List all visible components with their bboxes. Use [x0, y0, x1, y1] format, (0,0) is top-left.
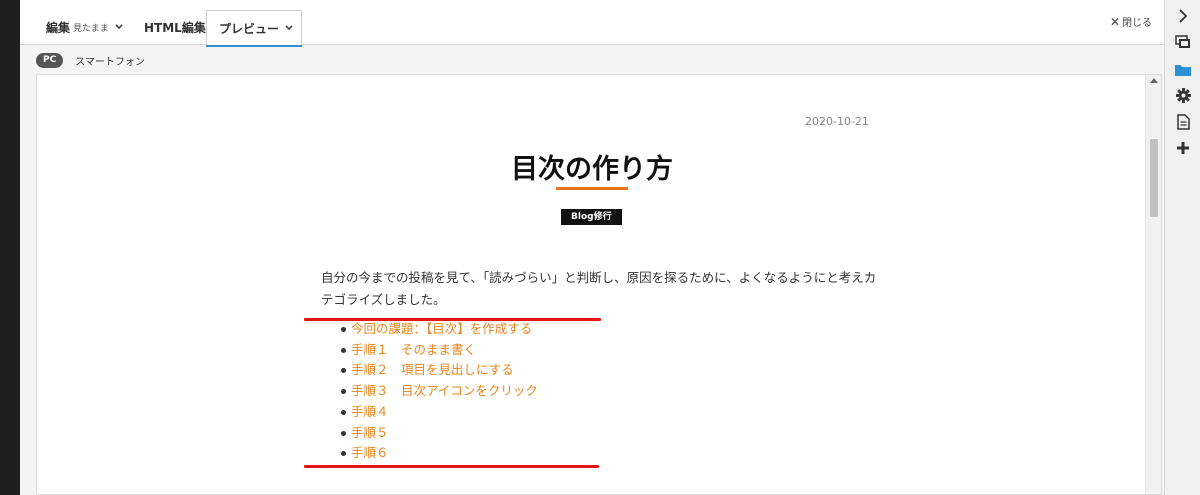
- toc-item[interactable]: 手順１ そのまま書く: [337, 340, 538, 361]
- gear-icon[interactable]: [1175, 87, 1191, 103]
- toc-item[interactable]: 手順５: [337, 423, 538, 444]
- document-icon[interactable]: [1175, 114, 1191, 130]
- device-pc-button[interactable]: PC: [36, 52, 64, 68]
- preview-frame: 2020-10-21 目次の作り方 Blog修行 自分の今までの投稿を見て、「読…: [36, 74, 1162, 495]
- tab-bar: 編集 見たまま HTML編集 プレビュー ✕ 閉じる: [20, 0, 1164, 47]
- right-sidebar: [1164, 0, 1200, 495]
- device-smartphone-button[interactable]: スマートフォン: [75, 53, 145, 68]
- chevron-right-icon[interactable]: [1175, 8, 1191, 24]
- category-badge[interactable]: Blog修行: [561, 209, 622, 225]
- toc-item[interactable]: 手順３ 目次アイコンをクリック: [337, 381, 538, 402]
- toc-item[interactable]: 手順４: [337, 402, 538, 423]
- close-label: 閉じる: [1122, 18, 1152, 29]
- tab-preview[interactable]: プレビュー: [206, 10, 302, 47]
- scrollbar[interactable]: [1145, 75, 1161, 494]
- chevron-down-icon: [115, 23, 123, 33]
- editor-panel: 編集 見たまま HTML編集 プレビュー ✕ 閉じる PC スマートフォン 20…: [20, 0, 1164, 495]
- left-strip: [0, 0, 20, 495]
- toc-item[interactable]: 今回の課題：【目次】を作成する: [337, 319, 538, 340]
- toc-item[interactable]: 手順６: [337, 443, 538, 464]
- post-date: 2020-10-21: [805, 115, 869, 128]
- preview-icon[interactable]: [1175, 34, 1191, 50]
- tab-edit-label: 編集: [46, 21, 71, 35]
- plus-icon[interactable]: [1175, 140, 1191, 156]
- chevron-down-icon: [285, 24, 293, 34]
- tab-html-label: HTML編集: [144, 21, 206, 35]
- title-underline: [556, 187, 628, 190]
- tab-html-edit[interactable]: HTML編集: [144, 10, 206, 45]
- folder-icon[interactable]: [1175, 62, 1191, 78]
- tab-preview-label: プレビュー: [219, 22, 280, 36]
- post-title: 目次の作り方: [511, 154, 673, 185]
- post-intro: 自分の今までの投稿を見て、「読みづらい」と判断し、原因を探るために、よくなるよう…: [321, 270, 877, 307]
- device-switcher: PC スマートフォン: [36, 51, 145, 69]
- red-annotation-line-bottom: [304, 465, 599, 468]
- tab-edit-sublabel: 見たまま: [73, 24, 109, 34]
- scroll-thumb[interactable]: [1150, 139, 1158, 217]
- tab-edit[interactable]: 編集 見たまま: [46, 10, 123, 45]
- table-of-contents: 今回の課題：【目次】を作成する 手順１ そのまま書く 手順２ 項目を見出しにする…: [337, 319, 538, 464]
- close-icon: ✕: [1109, 14, 1120, 29]
- toc-item[interactable]: 手順２ 項目を見出しにする: [337, 360, 538, 381]
- scroll-up-arrow-icon[interactable]: [1150, 78, 1158, 83]
- close-button[interactable]: ✕ 閉じる: [1109, 14, 1152, 30]
